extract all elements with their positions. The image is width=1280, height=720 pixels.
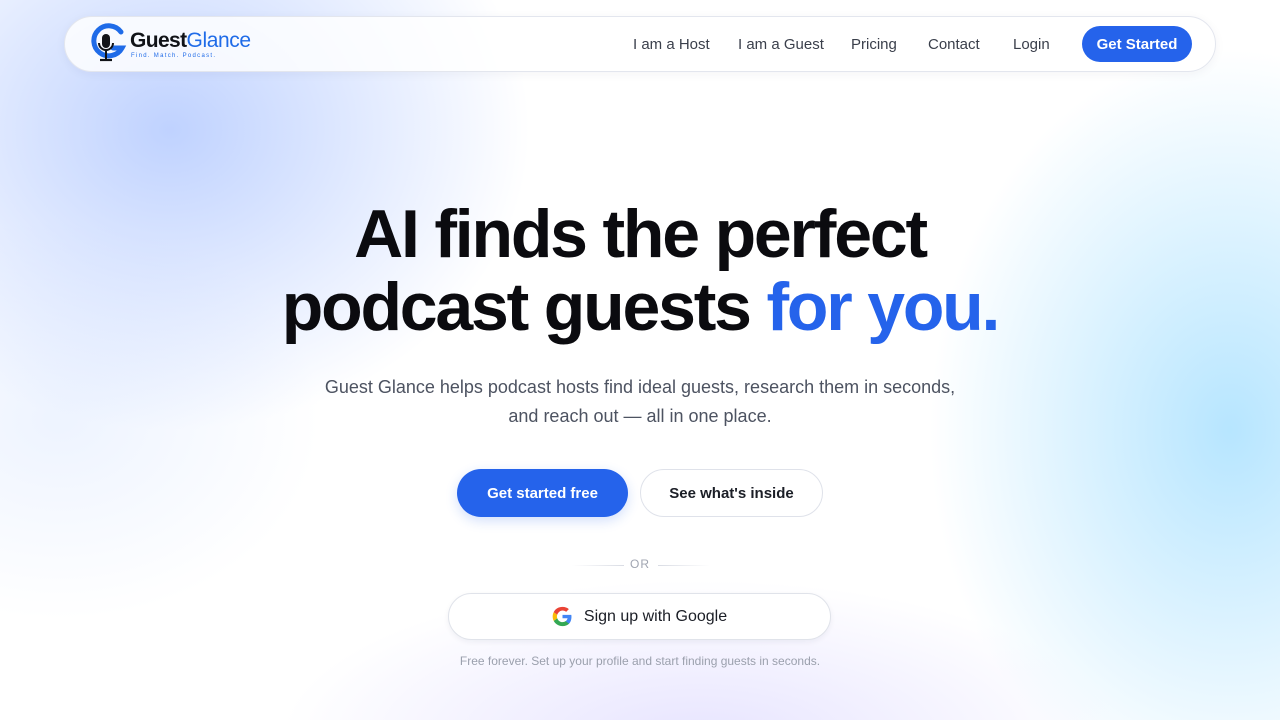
brand-wordmark: GuestGlance	[130, 30, 251, 51]
divider-line-right	[658, 565, 710, 566]
see-whats-inside-button[interactable]: See what's inside	[640, 469, 823, 517]
nav-link-guest[interactable]: I am a Guest	[738, 36, 824, 53]
or-divider-label: OR	[630, 557, 650, 571]
microphone-g-logo-icon	[91, 23, 127, 62]
brand-tagline: Find. Match. Podcast.	[131, 53, 217, 59]
google-signup-button[interactable]: Sign up with Google	[448, 593, 831, 640]
top-navbar: GuestGlance Find. Match. Podcast. I am a…	[64, 16, 1216, 72]
headline-accent: for you.	[766, 269, 1000, 345]
brand-logo[interactable]: GuestGlance Find. Match. Podcast.	[89, 22, 269, 66]
headline-line1: AI finds the perfect	[354, 196, 928, 272]
subtext-line2: and reach out — all in one place.	[508, 406, 772, 426]
brand-name-part2: Glance	[186, 29, 252, 52]
hero-headline: AI finds the perfect podcast guests for …	[0, 198, 1280, 344]
headline-line2: podcast guests	[281, 269, 752, 345]
nav-link-login[interactable]: Login	[1013, 36, 1050, 53]
get-started-button[interactable]: Get Started	[1082, 26, 1192, 62]
google-g-icon	[552, 606, 572, 627]
nav-link-contact[interactable]: Contact	[928, 36, 980, 53]
nav-link-host[interactable]: I am a Host	[633, 36, 710, 53]
nav-link-pricing[interactable]: Pricing	[851, 36, 897, 53]
hero-subtext: Guest Glance helps podcast hosts find id…	[0, 373, 1280, 431]
brand-name-part1: Guest	[130, 29, 187, 52]
subtext-line1: Guest Glance helps podcast hosts find id…	[324, 377, 956, 397]
signup-fineprint: Free forever. Set up your profile and st…	[459, 654, 821, 668]
get-started-free-button[interactable]: Get started free	[457, 469, 628, 517]
google-button-label: Sign up with Google	[583, 607, 728, 625]
